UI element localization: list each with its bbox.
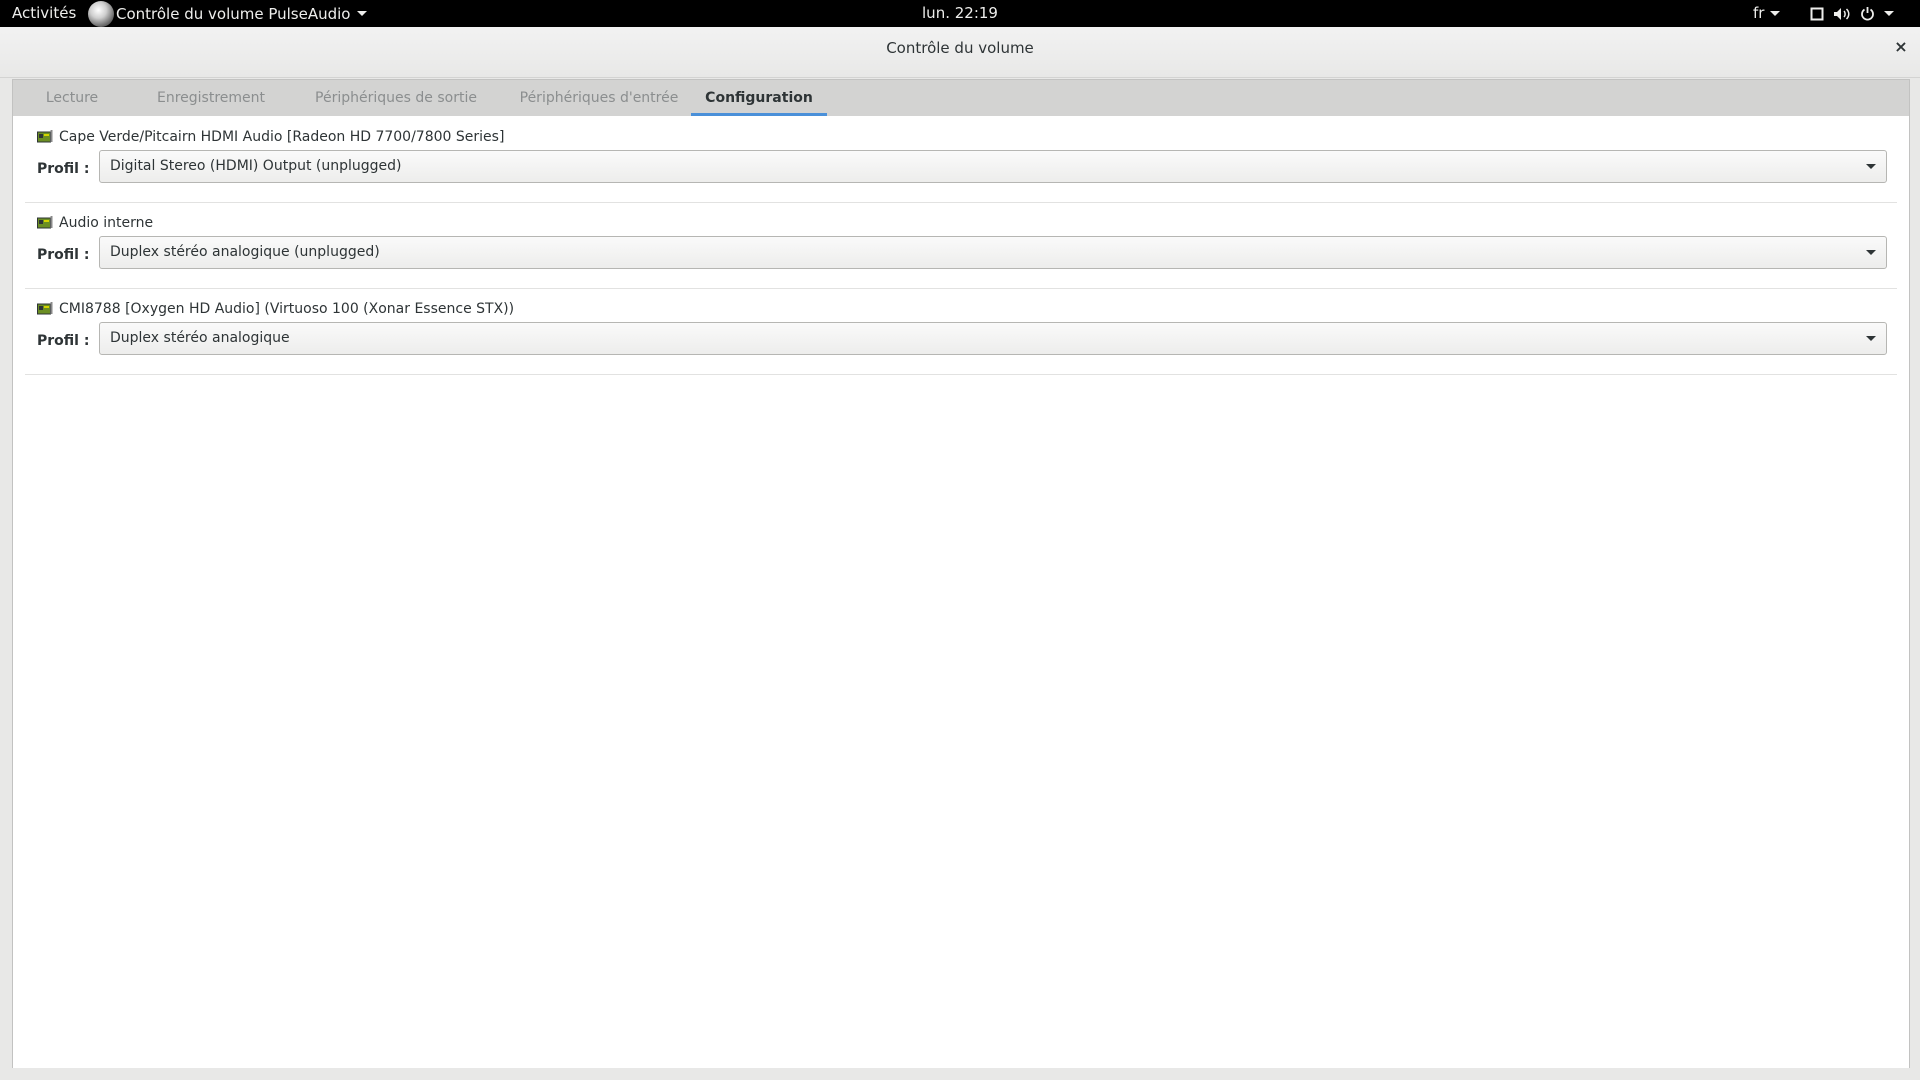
audio-card-icon xyxy=(37,302,53,315)
chevron-down-icon xyxy=(1866,336,1876,341)
audio-card-icon xyxy=(37,216,53,229)
screen-icon xyxy=(1810,7,1824,20)
tab-peripheriques-sortie[interactable]: Périphériques de sortie xyxy=(303,80,489,116)
top-bar: Activités Contrôle du volume PulseAudio … xyxy=(0,0,1920,27)
tab-peripheriques-entree[interactable]: Périphériques d'entrée xyxy=(507,80,691,116)
configuration-panel: Cape Verde/Pitcairn HDMI Audio [Radeon H… xyxy=(12,116,1910,1068)
power-icon xyxy=(1861,7,1874,21)
card-name: Audio interne xyxy=(59,215,154,231)
volume-icon xyxy=(1834,7,1850,20)
tab-bar: Lecture Enregistrement Périphériques de … xyxy=(12,79,1910,117)
card-name: Cape Verde/Pitcairn HDMI Audio [Radeon H… xyxy=(59,129,505,145)
system-menu[interactable] xyxy=(1810,0,1894,27)
card-header: Cape Verde/Pitcairn HDMI Audio [Radeon H… xyxy=(37,128,504,146)
window-title: Contrôle du volume xyxy=(886,39,1034,57)
volume-control-window: Contrôle du volume × Lecture Enregistrem… xyxy=(0,27,1920,1080)
card-name: CMI8788 [Oxygen HD Audio] (Virtuoso 100 … xyxy=(59,301,515,317)
profile-label: Profil : xyxy=(37,161,90,177)
tab-lecture[interactable]: Lecture xyxy=(31,80,113,116)
profile-dropdown[interactable]: Duplex stéréo analogique xyxy=(99,322,1887,355)
card-audio-interne: Audio interne Profil : Duplex stéréo ana… xyxy=(25,202,1897,289)
tab-enregistrement[interactable]: Enregistrement xyxy=(143,80,279,116)
profile-value: Duplex stéréo analogique xyxy=(110,330,290,346)
title-bar[interactable]: Contrôle du volume × xyxy=(0,27,1920,78)
language-label: fr xyxy=(1753,4,1765,22)
chevron-down-icon xyxy=(1866,250,1876,255)
card-header: Audio interne xyxy=(37,214,153,232)
language-indicator[interactable]: fr xyxy=(1753,4,1781,22)
tab-configuration[interactable]: Configuration xyxy=(691,80,827,116)
audio-card-icon xyxy=(37,130,53,143)
profile-label: Profil : xyxy=(37,247,90,263)
clock[interactable]: lun. 22:19 xyxy=(0,4,1920,22)
close-button[interactable]: × xyxy=(1890,36,1912,58)
chevron-down-icon xyxy=(1770,11,1781,16)
chevron-down-icon xyxy=(1884,11,1894,16)
card-cmi8788: CMI8788 [Oxygen HD Audio] (Virtuoso 100 … xyxy=(25,288,1897,375)
profile-value: Duplex stéréo analogique (unplugged) xyxy=(110,244,380,260)
card-header: CMI8788 [Oxygen HD Audio] (Virtuoso 100 … xyxy=(37,300,514,318)
card-hdmi: Cape Verde/Pitcairn HDMI Audio [Radeon H… xyxy=(25,116,1897,203)
profile-dropdown[interactable]: Digital Stereo (HDMI) Output (unplugged) xyxy=(99,150,1887,183)
profile-value: Digital Stereo (HDMI) Output (unplugged) xyxy=(110,158,402,174)
profile-dropdown[interactable]: Duplex stéréo analogique (unplugged) xyxy=(99,236,1887,269)
chevron-down-icon xyxy=(1866,164,1876,169)
profile-label: Profil : xyxy=(37,333,90,349)
